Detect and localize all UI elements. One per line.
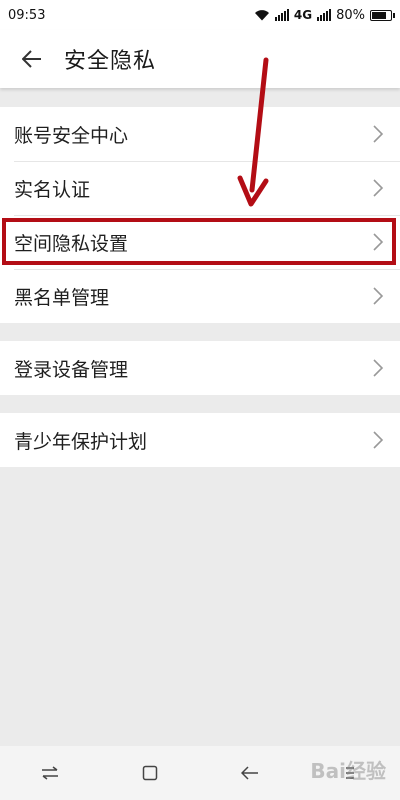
- status-icons: 4G 80%: [254, 7, 395, 23]
- menu-item-real-name[interactable]: 实名认证: [0, 161, 400, 215]
- app-header: 安全隐私: [0, 30, 400, 88]
- arrow-left-icon: [22, 50, 41, 68]
- menu-item-blacklist[interactable]: 黑名单管理: [0, 269, 400, 323]
- menu-item-account-security[interactable]: 账号安全中心: [0, 107, 400, 161]
- home-icon: [142, 765, 158, 781]
- chevron-right-icon: [373, 233, 384, 251]
- status-bar: 09:53 4G 80%: [0, 0, 400, 30]
- signal-icon-2: [317, 9, 332, 21]
- signal-icon: [274, 9, 289, 21]
- wifi-icon: [254, 10, 269, 21]
- battery-icon: [370, 9, 395, 21]
- menu-item-label: 青少年保护计划: [14, 430, 148, 453]
- page-title: 安全隐私: [64, 49, 157, 74]
- menu-item-label: 黑名单管理: [14, 286, 110, 309]
- chevron-right-icon: [373, 125, 384, 143]
- chevron-right-icon: [373, 179, 384, 197]
- menu-item-label: 登录设备管理: [14, 358, 129, 381]
- settings-group-youth: 青少年保护计划: [0, 413, 400, 467]
- settings-group-account: 账号安全中心 实名认证 空间隐私设置 黑名单管理: [0, 107, 400, 323]
- back-icon: [241, 766, 258, 780]
- chevron-right-icon: [373, 359, 384, 377]
- battery-percent: 80%: [336, 7, 365, 23]
- menu-icon: [346, 767, 354, 779]
- network-type: 4G: [293, 8, 313, 22]
- system-nav-bar: [0, 746, 400, 800]
- battery-fill: [372, 11, 386, 19]
- chevron-right-icon: [373, 287, 384, 305]
- menu-item-youth-protection[interactable]: 青少年保护计划: [0, 413, 400, 467]
- menu-item-label: 实名认证: [14, 178, 91, 201]
- back-button[interactable]: [0, 30, 64, 88]
- menu-item-label: 账号安全中心: [14, 124, 129, 147]
- nav-back-button[interactable]: [230, 753, 270, 793]
- home-button[interactable]: [130, 753, 170, 793]
- menu-item-label: 空间隐私设置: [14, 232, 129, 255]
- chevron-right-icon: [373, 431, 384, 449]
- menu-item-login-devices[interactable]: 登录设备管理: [0, 341, 400, 395]
- menu-item-space-privacy[interactable]: 空间隐私设置: [0, 215, 400, 269]
- switch-icon: [42, 766, 58, 780]
- switch-apps-button[interactable]: [30, 753, 70, 793]
- settings-group-devices: 登录设备管理: [0, 341, 400, 395]
- status-time: 09:53: [8, 7, 46, 23]
- menu-button[interactable]: [330, 753, 370, 793]
